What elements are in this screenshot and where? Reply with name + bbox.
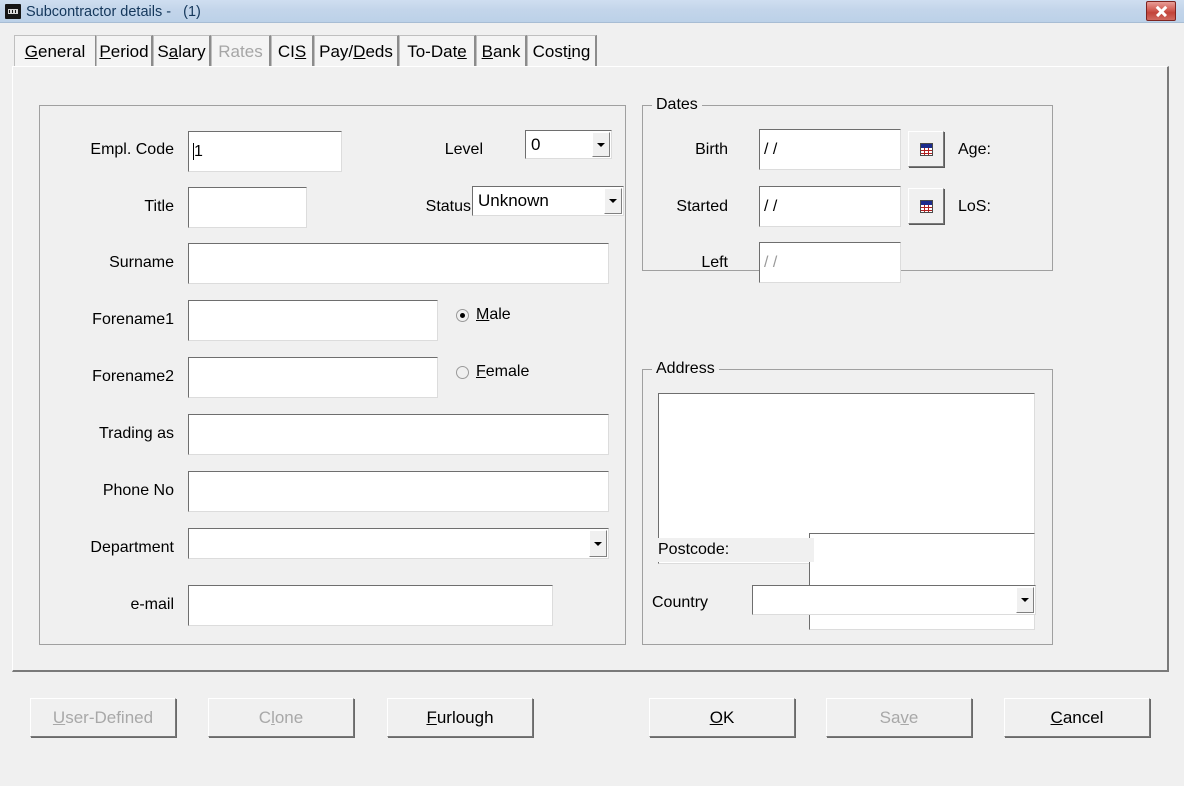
cancel-button[interactable]: Cancel <box>1004 698 1150 737</box>
chevron-down-icon[interactable] <box>1016 587 1034 613</box>
chevron-down-icon[interactable] <box>592 132 610 157</box>
calendar-icon <box>919 199 933 213</box>
started-calendar-button[interactable] <box>908 188 944 224</box>
postcode-input[interactable] <box>809 533 1035 630</box>
tab-bank[interactable]: Bank <box>476 35 527 68</box>
forename2-label: Forename2 <box>92 368 174 385</box>
close-icon[interactable] <box>1146 1 1176 21</box>
country-label: Country <box>652 594 709 611</box>
tab-to-date-label: To-Date <box>407 42 467 61</box>
department-label: Department <box>90 539 174 556</box>
user-defined-button-label: User-Defined <box>52 707 154 727</box>
tab-cis-label: CIS <box>277 42 307 61</box>
email-label: e-mail <box>130 596 174 613</box>
email-input[interactable] <box>188 585 553 626</box>
birth-calendar-button[interactable] <box>908 131 944 167</box>
title-input[interactable] <box>188 187 307 228</box>
birth-date-value: / / <box>764 140 778 158</box>
tab-cis[interactable]: CIS <box>271 35 314 68</box>
window-titlebar: Subcontractor details - (1) <box>0 0 1184 23</box>
gender-male-label: Male <box>476 306 511 323</box>
ok-button[interactable]: OK <box>649 698 795 737</box>
country-dropdown[interactable] <box>752 585 1036 615</box>
left-date-value: / / <box>764 253 778 271</box>
left-label: Left <box>701 254 728 271</box>
tab-pay-deds[interactable]: Pay/Deds <box>314 35 399 68</box>
title-label: Title <box>144 198 174 215</box>
clone-button-label: Clone <box>258 707 304 727</box>
tab-general[interactable]: General <box>14 35 96 69</box>
age-label: Age: <box>958 141 991 158</box>
chevron-down-icon[interactable] <box>604 188 622 214</box>
status-dropdown[interactable]: Unknown <box>472 186 624 216</box>
level-value: 0 <box>531 134 541 154</box>
started-date-input[interactable]: / / <box>759 186 901 227</box>
furlough-button-label: Furlough <box>426 707 494 727</box>
tab-to-date[interactable]: To-Date <box>399 35 476 68</box>
radio-dot-icon <box>456 309 469 322</box>
postcode-label: Postcode: <box>652 538 814 562</box>
forename2-input[interactable] <box>188 357 438 398</box>
save-button-label: Save <box>879 707 919 727</box>
gender-female-label: Female <box>476 363 530 380</box>
chevron-down-icon[interactable] <box>589 530 607 557</box>
started-date-value: / / <box>764 197 778 215</box>
tab-content-panel: Empl. Code 1 Level 0 Title Status Unknow… <box>12 66 1169 672</box>
calendar-icon <box>919 142 933 156</box>
tab-salary[interactable]: Salary <box>153 35 211 68</box>
tab-bank-label: Bank <box>481 42 521 61</box>
department-dropdown[interactable] <box>188 528 609 559</box>
phone-no-label: Phone No <box>102 482 174 499</box>
address-group-title: Address <box>652 360 719 378</box>
status-label: Status <box>425 198 471 215</box>
level-dropdown[interactable]: 0 <box>525 130 612 159</box>
tab-costing-label: Costing <box>532 42 591 61</box>
phone-no-input[interactable] <box>188 471 609 512</box>
window-title: Subcontractor details - (1) <box>26 4 201 20</box>
tab-period[interactable]: Period <box>96 35 153 68</box>
surname-label: Surname <box>109 254 174 271</box>
tab-rates: Rates <box>211 35 271 68</box>
started-label: Started <box>676 198 728 215</box>
tab-strip: General Period Salary Rates CIS Pay/Deds… <box>0 23 1184 69</box>
app-icon <box>5 4 21 19</box>
radio-dot-icon <box>456 366 469 379</box>
tab-pay-deds-label: Pay/Deds <box>319 42 393 61</box>
clone-button: Clone <box>208 698 354 737</box>
forename1-label: Forename1 <box>92 311 174 328</box>
tab-rates-label: Rates <box>218 42 263 61</box>
birth-label: Birth <box>695 141 728 158</box>
tab-period-label: Period <box>99 42 149 61</box>
tab-general-label: General <box>24 42 86 61</box>
surname-input[interactable] <box>188 243 609 284</box>
forename1-input[interactable] <box>188 300 438 341</box>
tab-salary-label: Salary <box>157 42 206 61</box>
ok-button-label: OK <box>709 707 735 727</box>
trading-as-input[interactable] <box>188 414 609 455</box>
left-date-input: / / <box>759 242 901 283</box>
user-defined-button: User-Defined <box>30 698 176 737</box>
furlough-button[interactable]: Furlough <box>387 698 533 737</box>
empl-code-label: Empl. Code <box>90 141 174 158</box>
dates-group-title: Dates <box>652 96 702 114</box>
trading-as-label: Trading as <box>99 425 174 442</box>
level-label: Level <box>444 141 483 158</box>
status-value: Unknown <box>478 191 549 210</box>
cancel-button-label: Cancel <box>1050 707 1104 727</box>
birth-date-input[interactable]: / / <box>759 129 901 170</box>
empl-code-input[interactable]: 1 <box>188 131 342 172</box>
tab-costing[interactable]: Costing <box>527 35 597 68</box>
save-button: Save <box>826 698 972 737</box>
los-label: LoS: <box>958 198 991 215</box>
empl-code-value: 1 <box>194 142 203 160</box>
